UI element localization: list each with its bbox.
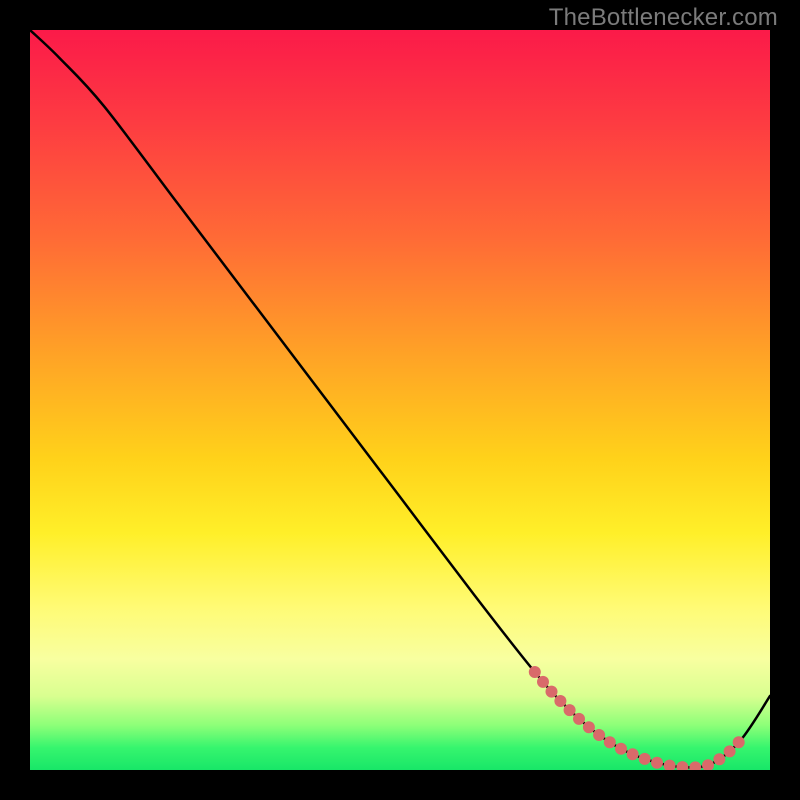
chart-frame: TheBottlenecker.com	[0, 0, 800, 800]
plot-background-gradient	[30, 30, 770, 770]
watermark-text: TheBottlenecker.com	[549, 4, 778, 32]
